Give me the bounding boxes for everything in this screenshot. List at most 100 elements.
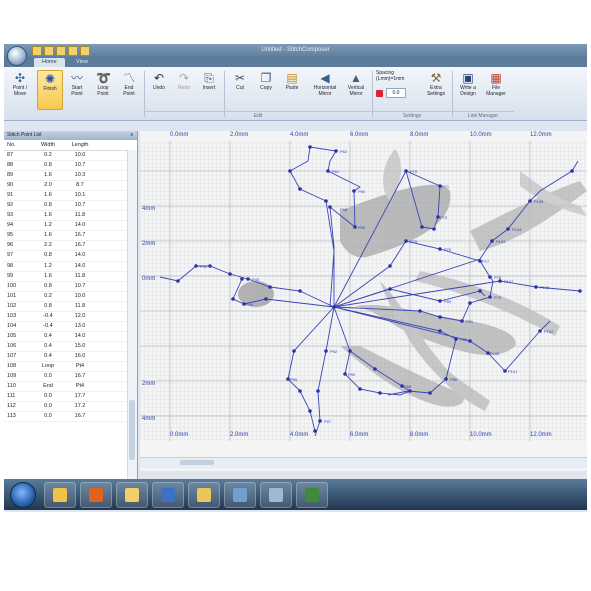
taskbar-button[interactable] [224, 482, 256, 508]
table-row[interactable]: 112 0.0 17.2 [4, 402, 137, 413]
file-manager-label: File Manager [486, 85, 506, 97]
cell-width: -0.4 [43, 312, 53, 319]
table-row[interactable]: 105 0.4 14.0 [4, 332, 137, 342]
table-row[interactable]: 113 0.0 16.7 [4, 412, 137, 423]
design-canvas[interactable]: P58 P59 P60 P61 P62 P70 P71 P73 P75 P76 P77 P78 … [140, 131, 587, 471]
explorer-folder-icon [125, 488, 139, 502]
table-row[interactable]: 106 0.4 15.0 [4, 342, 137, 352]
table-body: 87 0.2 10.0 88 0.8 10.7 89 1.6 10.3 90 2.0 8.7 91 1.6… [4, 151, 137, 423]
table-row[interactable]: 90 2.0 8.7 [4, 181, 137, 192]
table-row[interactable]: 88 0.8 10.7 [4, 161, 137, 172]
table-row[interactable]: 103 -0.4 12.0 [4, 312, 137, 322]
column-header-length[interactable]: Length [65, 140, 95, 150]
cell-no: 109 [7, 373, 17, 380]
extra-settings-label: Extra Settings [426, 85, 446, 97]
table-row[interactable]: 91 1.6 10.1 [4, 191, 137, 202]
stitch-canvas-svg[interactable]: P58P59P60 P61P62P70 P71P73P75 P76P77P78 … [140, 131, 587, 471]
ruler-top-label: 0.0mm [170, 132, 189, 138]
start-point-icon: 〰 [70, 71, 83, 85]
cell-width: 0.8 [44, 202, 52, 209]
cell-length: 16.7 [74, 242, 86, 249]
table-row[interactable]: 87 0.2 10.0 [4, 151, 137, 162]
point-move-button[interactable]: ✣ Point / Move [8, 70, 32, 108]
horizontal-scrollbar[interactable] [140, 457, 587, 468]
table-row[interactable]: 108 Loop Pt4 [4, 362, 137, 373]
cut-button[interactable]: ✂ Cut [228, 70, 252, 108]
tab-view[interactable]: View [68, 58, 96, 67]
cell-length: 10.3 [74, 172, 86, 179]
ruler-left-label: 2mm [142, 381, 156, 387]
window-title: Untitled - StitchComposer [261, 47, 330, 53]
table-row[interactable]: 102 0.8 11.8 [4, 302, 137, 312]
taskbar-button[interactable] [80, 482, 112, 508]
svg-text:P77: P77 [482, 259, 490, 264]
table-row[interactable]: 109 0.0 16.7 [4, 372, 137, 383]
file-manager-button[interactable]: ▦ File Manager [484, 70, 508, 108]
tab-home[interactable]: Home [34, 58, 65, 67]
svg-text:P40: P40 [252, 277, 260, 282]
cell-length: 14.0 [74, 262, 86, 269]
table-row[interactable]: 111 0.0 17.7 [4, 392, 137, 403]
svg-text:P73: P73 [440, 215, 448, 220]
cell-width: 0.4 [44, 352, 52, 359]
paste-label: Paste [285, 85, 299, 91]
table-row[interactable]: 96 2.2 16.7 [4, 241, 137, 252]
firefox-icon [89, 488, 103, 502]
vertical-scrollbar[interactable] [127, 150, 137, 507]
table-row[interactable]: 107 0.4 16.0 [4, 352, 137, 362]
table-row[interactable]: 98 1.2 14.0 [4, 262, 137, 272]
start-point-button[interactable]: 〰 Start Point [65, 70, 89, 108]
horizontal-mirror-button[interactable]: ◀ Horizontal Mirror [308, 70, 342, 108]
table-row[interactable]: 104 -0.4 13.0 [4, 322, 137, 332]
extra-settings-button[interactable]: ⚒ Extra Settings [424, 70, 448, 108]
write-design-button[interactable]: ▣ Write a Design [456, 70, 480, 108]
network-icon [233, 488, 247, 502]
table-row[interactable]: 95 1.6 16.7 [4, 231, 137, 242]
cell-no: 101 [7, 292, 17, 299]
start-button[interactable] [10, 482, 36, 508]
table-row[interactable]: 97 0.8 14.0 [4, 251, 137, 262]
cell-length: 11.8 [74, 302, 86, 309]
end-point-button[interactable]: 〽 End Point [117, 70, 141, 108]
vertical-mirror-button[interactable]: ▲ Vertical Mirror [344, 70, 368, 108]
scrollbar-thumb[interactable] [129, 400, 135, 460]
insert-button[interactable]: ⎘ Insert [197, 70, 221, 108]
table-row[interactable]: 101 0.2 10.0 [4, 292, 137, 302]
insert-icon: ⎘ [204, 71, 214, 85]
cell-no: 93 [7, 212, 14, 219]
table-row[interactable]: 100 0.8 10.7 [4, 282, 137, 292]
undo-icon: ↶ [153, 71, 165, 85]
application-menu-button[interactable] [7, 46, 27, 66]
taskbar-button[interactable] [116, 482, 148, 508]
table-row[interactable]: 92 0.8 10.7 [4, 201, 137, 212]
svg-text:P104: P104 [512, 227, 522, 232]
taskbar-button[interactable] [188, 482, 220, 508]
table-row[interactable]: 94 1.2 14.0 [4, 221, 137, 232]
close-icon[interactable]: x [131, 131, 134, 140]
scrollbar-thumb[interactable] [180, 460, 214, 465]
cell-no: 111 [7, 393, 16, 400]
undo-button[interactable]: ↶ Undo [147, 70, 171, 108]
cell-width: 0.0 [44, 393, 52, 400]
cell-no: 108 [7, 362, 17, 369]
table-row[interactable]: 93 1.6 11.8 [4, 211, 137, 222]
stitch-app-icon [269, 488, 283, 502]
redo-button[interactable]: ↷ Redo [172, 70, 196, 108]
cell-length: 12.0 [74, 312, 86, 319]
ruler-top-label: 8.0mm [410, 132, 429, 138]
taskbar-button[interactable] [260, 482, 292, 508]
taskbar-button[interactable] [152, 482, 184, 508]
spacing-input[interactable]: 0.0 [386, 88, 406, 98]
paste-button[interactable]: ▤ Paste [280, 70, 304, 108]
cell-width: 1.6 [44, 212, 52, 219]
taskbar-button[interactable] [44, 482, 76, 508]
column-header-no[interactable]: No. [4, 140, 31, 150]
table-row[interactable]: 89 1.6 10.3 [4, 171, 137, 182]
table-row[interactable]: 99 1.6 11.8 [4, 272, 137, 282]
taskbar-button[interactable] [296, 482, 328, 508]
copy-button[interactable]: ❐ Copy [254, 70, 278, 108]
finish-button[interactable]: ✺ Finish [37, 70, 63, 110]
loop-point-button[interactable]: ➰ Loop Point [91, 70, 115, 108]
column-header-width[interactable]: Width [31, 140, 65, 150]
table-row[interactable]: 110 End Pt4 [4, 382, 137, 393]
